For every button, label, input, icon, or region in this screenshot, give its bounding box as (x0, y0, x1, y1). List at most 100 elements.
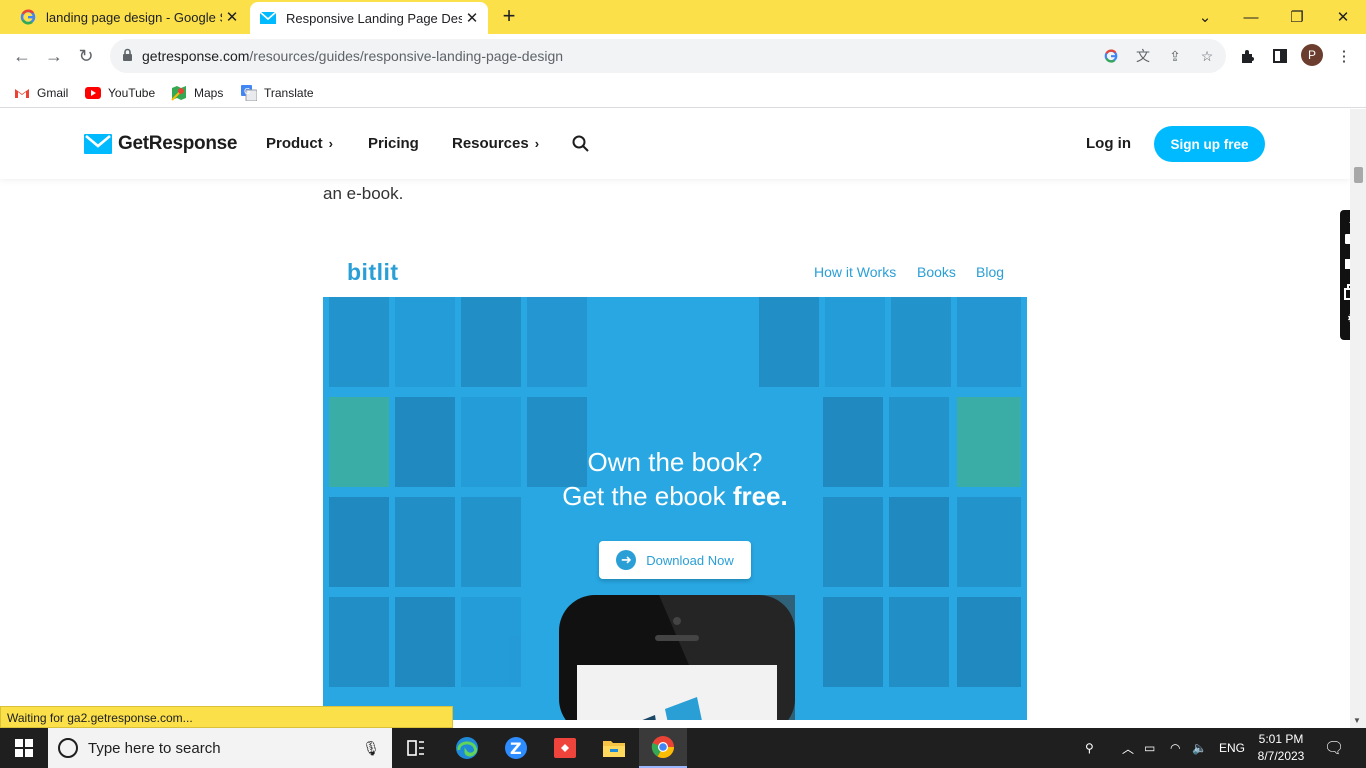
chevron-right-icon: › (534, 136, 540, 151)
url-domain: getresponse.com (142, 48, 250, 64)
maps-icon (171, 85, 187, 101)
bookmark-youtube[interactable]: YouTube (85, 82, 155, 104)
clock-date: 8/7/2023 (1257, 749, 1305, 763)
profile-avatar[interactable]: P (1301, 44, 1323, 66)
hero-headline-2-bold: free. (732, 481, 788, 511)
example-nav-how: How it Works (814, 264, 897, 280)
task-view-icon[interactable] (392, 728, 440, 768)
url-path: /resources/guides/responsive-landing-pag… (249, 48, 564, 64)
lock-icon[interactable] (122, 48, 133, 67)
svg-text:Z: Z (510, 739, 522, 758)
bitlit-logo: bitlit (347, 259, 399, 285)
bookmark-gmail[interactable]: Gmail (14, 82, 68, 104)
url-text: getresponse.com/resources/guides/respons… (142, 48, 563, 64)
search-icon[interactable] (572, 135, 590, 158)
bookmark-maps[interactable]: Maps (171, 82, 223, 104)
translate-icon: G (241, 85, 257, 101)
nav-pricing[interactable]: Pricing (368, 135, 419, 152)
chrome-icon[interactable] (639, 728, 687, 768)
new-tab-icon[interactable]: + (498, 5, 520, 27)
tab-responsive-landing[interactable]: Responsive Landing Page Design ✕ (250, 2, 488, 34)
bookmark-label: Gmail (37, 86, 69, 100)
getresponse-logo[interactable]: GetResponse (84, 133, 237, 155)
example-nav-blog: Blog (976, 264, 1005, 280)
file-explorer-icon[interactable] (590, 728, 638, 768)
svg-text:G: G (244, 87, 250, 96)
mail-icon (260, 10, 276, 26)
signup-button[interactable]: Sign up free (1154, 126, 1265, 162)
close-tab-icon[interactable]: ✕ (462, 9, 482, 27)
reload-icon[interactable]: ↻ (72, 42, 100, 70)
edge-icon[interactable] (443, 728, 491, 768)
example-nav-books: Books (917, 264, 956, 280)
page-viewport: GetResponse Product › Pricing Resources › … (0, 109, 1350, 728)
hero-headline-2-text: Get the ebook (562, 481, 733, 511)
wifi-icon[interactable]: ◠ (1170, 728, 1180, 768)
clock-time: 5:01 PM (1258, 732, 1304, 746)
back-icon[interactable]: ← (8, 42, 36, 70)
phone-illustration (559, 595, 795, 720)
download-now-label: Download Now (646, 552, 734, 568)
forward-icon[interactable]: → (40, 42, 68, 70)
example-hero-image: Own the book? Get the ebook free. ➜ Down… (323, 297, 1027, 720)
windows-taskbar: Type here to search 🎙 Z ⚲ ︿ ▭ ◠ 🔈 ENG 5:… (0, 728, 1366, 768)
close-tab-icon[interactable]: ✕ (222, 8, 242, 26)
login-link[interactable]: Log in (1086, 135, 1131, 152)
windows-start-icon[interactable] (0, 728, 48, 768)
volume-icon[interactable]: 🔈 (1192, 728, 1207, 768)
minimize-icon[interactable]: — (1228, 0, 1274, 34)
close-window-icon[interactable]: ✕ (1320, 0, 1366, 34)
restore-icon[interactable]: ❐ (1274, 0, 1320, 34)
language-indicator[interactable]: ENG (1219, 728, 1245, 768)
tab-search-icon[interactable]: ⌄ (1182, 0, 1228, 34)
bookmark-label: Translate (264, 86, 314, 100)
arrow-right-icon: ➜ (616, 550, 637, 570)
zoom-app-icon[interactable]: Z (492, 728, 540, 768)
translate-page-icon[interactable]: 文 (1134, 47, 1152, 65)
battery-icon[interactable]: ▭ (1144, 728, 1155, 768)
envelope-icon (84, 134, 112, 154)
site-header: GetResponse Product › Pricing Resources › … (0, 109, 1350, 179)
side-panel-icon[interactable] (1270, 46, 1290, 66)
google-icon (20, 9, 36, 25)
taskbar-search-box[interactable]: Type here to search 🎙 (48, 728, 392, 768)
nav-pricing-label: Pricing (368, 135, 419, 152)
nav-resources[interactable]: Resources › (452, 135, 539, 152)
tab-title: Responsive Landing Page Design (286, 10, 462, 26)
share-icon[interactable]: ⇪ (1166, 47, 1184, 65)
nav-resources-label: Resources (452, 135, 529, 152)
show-hidden-icons-icon[interactable]: ︿ (1122, 728, 1134, 768)
address-bar[interactable]: getresponse.com/resources/guides/respons… (110, 39, 1226, 73)
people-icon[interactable]: ⚲ (1085, 728, 1094, 768)
scroll-down-arrow-icon[interactable]: ▼ (1353, 716, 1361, 725)
bookmark-label: YouTube (108, 86, 156, 100)
extensions-icon[interactable] (1238, 46, 1258, 66)
download-now-button: ➜ Download Now (599, 541, 751, 579)
anydesk-icon[interactable] (541, 728, 589, 768)
tab-google-search[interactable]: landing page design - Google Se ✕ (8, 0, 248, 34)
taskbar-clock[interactable]: 5:01 PM 8/7/2023 (1250, 731, 1312, 765)
hero-headline-1: Own the book? (587, 447, 763, 477)
notifications-icon[interactable]: 🗨 (1324, 728, 1344, 768)
bookmark-star-icon[interactable]: ☆ (1198, 47, 1216, 65)
tab-strip: landing page design - Google Se ✕ Respon… (0, 0, 1366, 34)
bookmark-label: Maps (194, 86, 224, 100)
menu-kebab-icon[interactable]: ⋮ (1334, 46, 1354, 66)
microphone-icon[interactable]: 🎙 (362, 740, 380, 757)
article-text: an e-book. (323, 184, 404, 203)
google-lens-icon[interactable] (1102, 47, 1120, 65)
chevron-right-icon: › (328, 136, 334, 151)
tab-title: landing page design - Google Se (46, 9, 222, 25)
page-scrollbar[interactable]: ▼ (1350, 109, 1366, 728)
gmail-icon (14, 85, 30, 101)
hero-headline-2: Get the ebook free. (323, 481, 1027, 512)
nav-product-label: Product (266, 135, 323, 152)
bookmark-translate[interactable]: G Translate (241, 82, 314, 104)
browser-toolbar: ← → ↻ getresponse.com/resources/guides/r… (0, 34, 1366, 78)
taskbar-search-placeholder: Type here to search (88, 739, 221, 757)
nav-product[interactable]: Product › (266, 135, 333, 152)
bookmarks-bar: Gmail YouTube Maps G Translate (0, 78, 1366, 108)
example-header: bitlit How it Works Books Blog (323, 249, 1027, 297)
youtube-icon (85, 85, 101, 101)
scrollbar-thumb[interactable] (1354, 167, 1363, 183)
